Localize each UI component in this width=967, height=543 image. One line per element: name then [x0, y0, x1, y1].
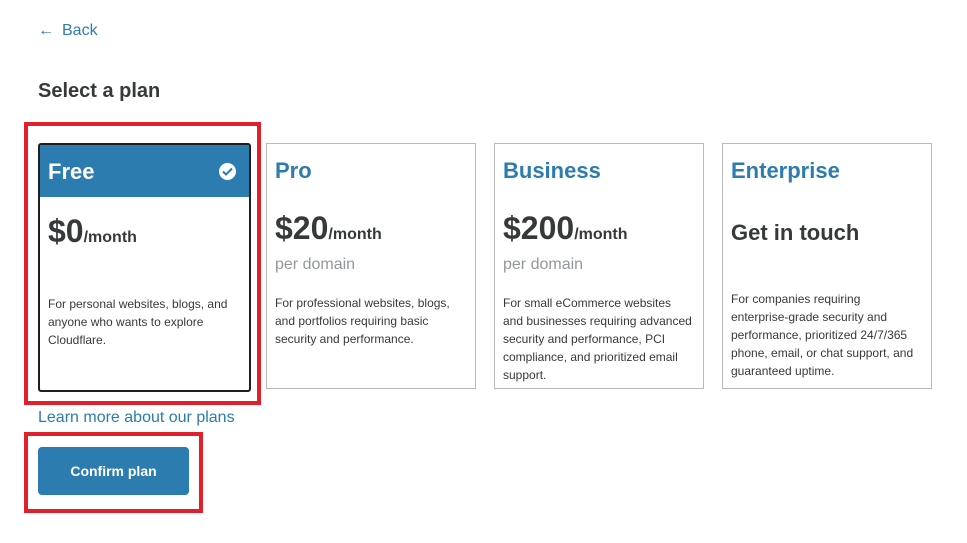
plan-description: For small eCommerce websites and busines…: [503, 296, 692, 382]
plan-price-period: /month: [83, 229, 137, 246]
plan-name: Business: [503, 158, 601, 183]
plan-card-pro[interactable]: Pro $20/month per domain For professiona…: [266, 143, 476, 389]
plan-price-period: /month: [574, 226, 628, 243]
plan-price: $20/month: [275, 210, 382, 246]
plan-card-business[interactable]: Business $200/month per domain For small…: [494, 143, 704, 389]
plan-price: $0/month: [48, 213, 137, 249]
plan-price: Get in touch: [731, 220, 860, 245]
plan-description: For companies requiring enterprise-grade…: [731, 292, 914, 378]
plan-description: For professional websites, blogs, and po…: [275, 296, 450, 346]
plan-card-free[interactable]: Free $0/month For personal websites, blo…: [38, 143, 251, 392]
back-label: Back: [62, 22, 98, 39]
learn-more-link[interactable]: Learn more about our plans: [38, 409, 235, 427]
plan-price-unit: per domain: [275, 256, 356, 273]
page-title: Select a plan: [38, 80, 161, 102]
check-circle-icon: [219, 163, 236, 180]
plan-price-period: /month: [328, 226, 382, 243]
plan-name: Free: [48, 159, 95, 184]
back-link[interactable]: ← Back: [38, 22, 98, 40]
plan-name: Pro: [275, 158, 312, 183]
plan-price: $200/month: [503, 210, 628, 246]
left-arrow-icon: ←: [38, 22, 54, 39]
confirm-plan-button[interactable]: Confirm plan: [38, 447, 189, 495]
plan-card-enterprise[interactable]: Enterprise Get in touch For companies re…: [722, 143, 932, 389]
plan-price-unit: per domain: [503, 256, 584, 273]
plan-name: Enterprise: [731, 158, 840, 183]
plan-description: For personal websites, blogs, and anyone…: [48, 297, 228, 347]
